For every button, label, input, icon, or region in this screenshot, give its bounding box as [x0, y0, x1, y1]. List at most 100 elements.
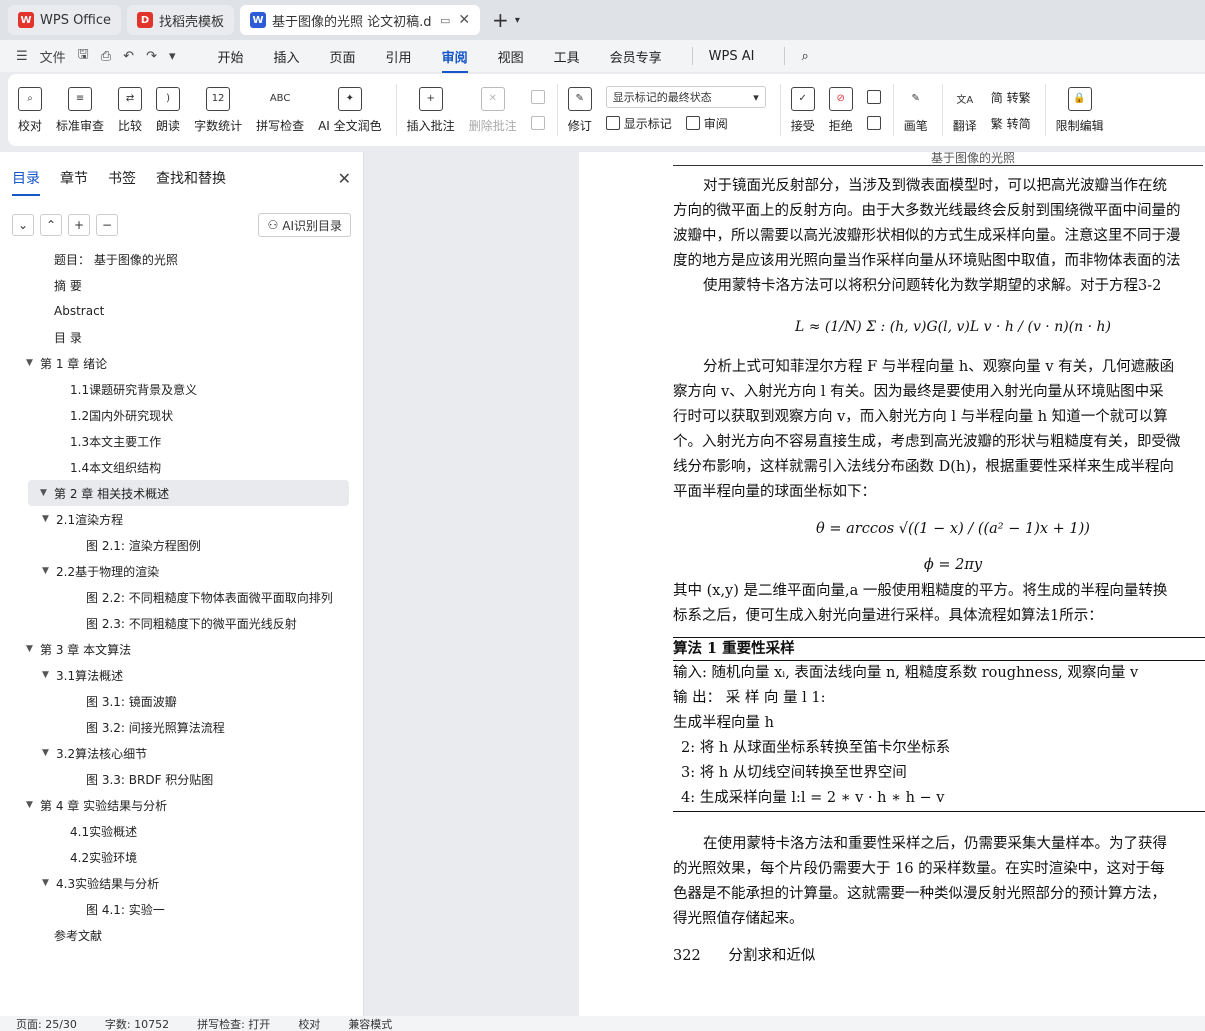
collapse-down-icon[interactable]: ⌄ — [12, 214, 34, 236]
review-pane-button[interactable]: 审阅 — [704, 115, 728, 132]
toc-item[interactable]: 4.1实验概述 — [0, 818, 363, 844]
expand-up-icon[interactable]: ⌃ — [40, 214, 62, 236]
add-heading-icon[interactable]: + — [68, 214, 90, 236]
tab-find-replace[interactable]: 查找和替换 — [156, 168, 226, 188]
document-page[interactable]: 基于图像的光照 对于镜面光反射部分，当涉及到微表面模型时，可以把高光波瓣当作在统… — [579, 152, 1205, 1016]
pen-button[interactable]: ✎ 画笔 — [904, 87, 928, 134]
markup-state-select[interactable]: 显示标记的最终状态 ▾ — [605, 86, 766, 108]
expand-caret-icon[interactable]: ▼ — [26, 800, 40, 810]
show-markup-button[interactable]: 显示标记 — [624, 115, 672, 132]
next-change-icon[interactable] — [866, 116, 881, 130]
menu-tools[interactable]: 工具 — [554, 47, 580, 66]
track-changes-button[interactable]: ✎ 修订 — [567, 86, 592, 134]
tab-chapters[interactable]: 章节 — [60, 168, 88, 188]
to-traditional-button[interactable]: 简 转繁 — [991, 89, 1031, 106]
expand-caret-icon[interactable]: ▼ — [42, 514, 56, 524]
spell-check-indicator[interactable]: 拼写检查: 打开 — [197, 1016, 270, 1031]
expand-caret-icon[interactable]: ▼ — [26, 644, 40, 654]
toc-item[interactable]: 1.1课题研究背景及意义 — [0, 376, 363, 402]
save-icon[interactable]: 🖫 — [78, 45, 89, 67]
translate-button[interactable]: 文A 翻译 — [953, 87, 977, 134]
toc-item[interactable]: ▼ 4.3实验结果与分析 — [0, 870, 363, 896]
toc-item[interactable]: 图 3.3: BRDF 积分贴图 — [0, 766, 363, 792]
menu-icon[interactable]: ☰ — [16, 49, 28, 64]
toc-item[interactable]: ▼ 第 2 章 相关技术概述 — [28, 480, 349, 506]
compare-button[interactable]: ⇄ 比较 — [118, 86, 142, 134]
menu-wps-ai[interactable]: WPS AI — [709, 49, 755, 64]
word-count-indicator[interactable]: 字数: 10752 — [105, 1016, 169, 1031]
tab-wps-office[interactable]: W WPS Office — [8, 5, 122, 35]
previous-comment-icon[interactable] — [530, 90, 545, 104]
menu-view[interactable]: 视图 — [498, 47, 524, 66]
new-tab-icon[interactable]: + — [492, 8, 509, 32]
toc-item[interactable]: Abstract — [0, 298, 363, 324]
proof-button[interactable]: ⌕ 校对 — [18, 86, 42, 134]
expand-caret-icon[interactable]: ▼ — [42, 670, 56, 680]
menu-review[interactable]: 审阅 — [441, 47, 468, 73]
menu-membership[interactable]: 会员专享 — [610, 47, 662, 66]
toc-item[interactable]: ▼ 第 1 章 绪论 — [0, 350, 363, 376]
file-menu[interactable]: 文件 — [40, 47, 66, 66]
word-count-button[interactable]: 12 字数统计 — [194, 86, 242, 134]
proof-indicator[interactable]: 校对 — [298, 1016, 320, 1031]
toc-item[interactable]: 参考文献 — [0, 922, 363, 948]
print-icon[interactable]: ⎙ — [101, 49, 111, 64]
window-icon[interactable]: ▭ — [440, 14, 450, 27]
toc-item[interactable]: ▼ 第 3 章 本文算法 — [0, 636, 363, 662]
close-tab-icon[interactable]: ✕ — [458, 12, 470, 28]
toc-item[interactable]: ▼ 3.2算法核心细节 — [0, 740, 363, 766]
insert-comment-button[interactable]: + 插入批注 — [407, 86, 455, 134]
toc-item[interactable]: 图 2.1: 渲染方程图例 — [0, 532, 363, 558]
ai-toc-button[interactable]: ⚇ AI识别目录 — [258, 213, 351, 237]
toc-item[interactable]: 图 4.1: 实验一 — [0, 896, 363, 922]
expand-caret-icon[interactable]: ▼ — [42, 878, 56, 888]
menu-home[interactable]: 开始 — [218, 47, 244, 66]
remove-heading-icon[interactable]: − — [96, 214, 118, 236]
restrict-editing-button[interactable]: 🔒 限制编辑 — [1056, 86, 1104, 134]
toc-item[interactable]: 图 3.2: 间接光照算法流程 — [0, 714, 363, 740]
to-simplified-button[interactable]: 繁 转简 — [991, 115, 1031, 132]
toc-item[interactable]: 1.2国内外研究现状 — [0, 402, 363, 428]
toc-item[interactable]: 4.2实验环境 — [0, 844, 363, 870]
menu-insert[interactable]: 插入 — [274, 47, 300, 66]
previous-change-icon[interactable] — [866, 90, 881, 104]
toc-item[interactable]: 1.3本文主要工作 — [0, 428, 363, 454]
search-icon[interactable]: ⌕ — [801, 49, 808, 64]
divider — [1044, 84, 1046, 136]
undo-icon[interactable]: ↶ — [123, 49, 134, 64]
toc-item[interactable]: 1.4本文组织结构 — [0, 454, 363, 480]
toc-item[interactable]: 题目： 基于图像的光照 — [0, 246, 363, 272]
expand-caret-icon[interactable]: ▼ — [42, 748, 56, 758]
next-comment-icon[interactable] — [530, 116, 545, 130]
toc-item[interactable]: 摘 要 — [0, 272, 363, 298]
toc-item[interactable]: 目 录 — [0, 324, 363, 350]
toc-item[interactable]: 图 3.1: 镜面波瓣 — [0, 688, 363, 714]
chevron-down-icon[interactable]: ▾ — [169, 49, 176, 64]
ai-polish-button[interactable]: ✦ AI 全文润色 — [318, 86, 382, 134]
toc-item[interactable]: ▼ 2.2基于物理的渲染 — [0, 558, 363, 584]
spell-check-button[interactable]: ABC 拼写检查 — [256, 87, 304, 134]
delete-comment-button[interactable]: ✕ 删除批注 — [469, 86, 517, 134]
page-indicator[interactable]: 页面: 25/30 — [16, 1016, 77, 1031]
menu-references[interactable]: 引用 — [386, 47, 412, 66]
expand-caret-icon[interactable]: ▼ — [42, 566, 56, 576]
chevron-down-icon[interactable]: ▾ — [515, 15, 520, 26]
reject-button[interactable]: ⊘ 拒绝 — [828, 86, 853, 134]
tab-toc[interactable]: 目录 — [12, 168, 40, 196]
toc-item[interactable]: ▼ 2.1渲染方程 — [0, 506, 363, 532]
read-aloud-button[interactable]: ) 朗读 — [156, 86, 180, 134]
expand-caret-icon[interactable]: ▼ — [40, 488, 54, 498]
menu-page[interactable]: 页面 — [330, 47, 356, 66]
toc-item[interactable]: 图 2.3: 不同粗糙度下的微平面光线反射 — [0, 610, 363, 636]
accept-button[interactable]: ✓ 接受 — [790, 86, 815, 134]
tab-bookmarks[interactable]: 书签 — [108, 168, 136, 188]
standard-review-button[interactable]: ≡ 标准审查 — [56, 86, 104, 134]
redo-icon[interactable]: ↷ — [146, 49, 157, 64]
expand-caret-icon[interactable]: ▼ — [26, 358, 40, 368]
tab-current-document[interactable]: W 基于图像的光照 论文初稿.do ▭ ✕ — [240, 5, 481, 35]
close-icon[interactable]: ✕ — [338, 169, 351, 188]
toc-item[interactable]: ▼ 第 4 章 实验结果与分析 — [0, 792, 363, 818]
tab-docer-templates[interactable]: D 找稻壳模板 — [127, 5, 235, 35]
toc-item[interactable]: 图 2.2: 不同粗糙度下物体表面微平面取向排列 — [0, 584, 363, 610]
toc-item[interactable]: ▼ 3.1算法概述 — [0, 662, 363, 688]
